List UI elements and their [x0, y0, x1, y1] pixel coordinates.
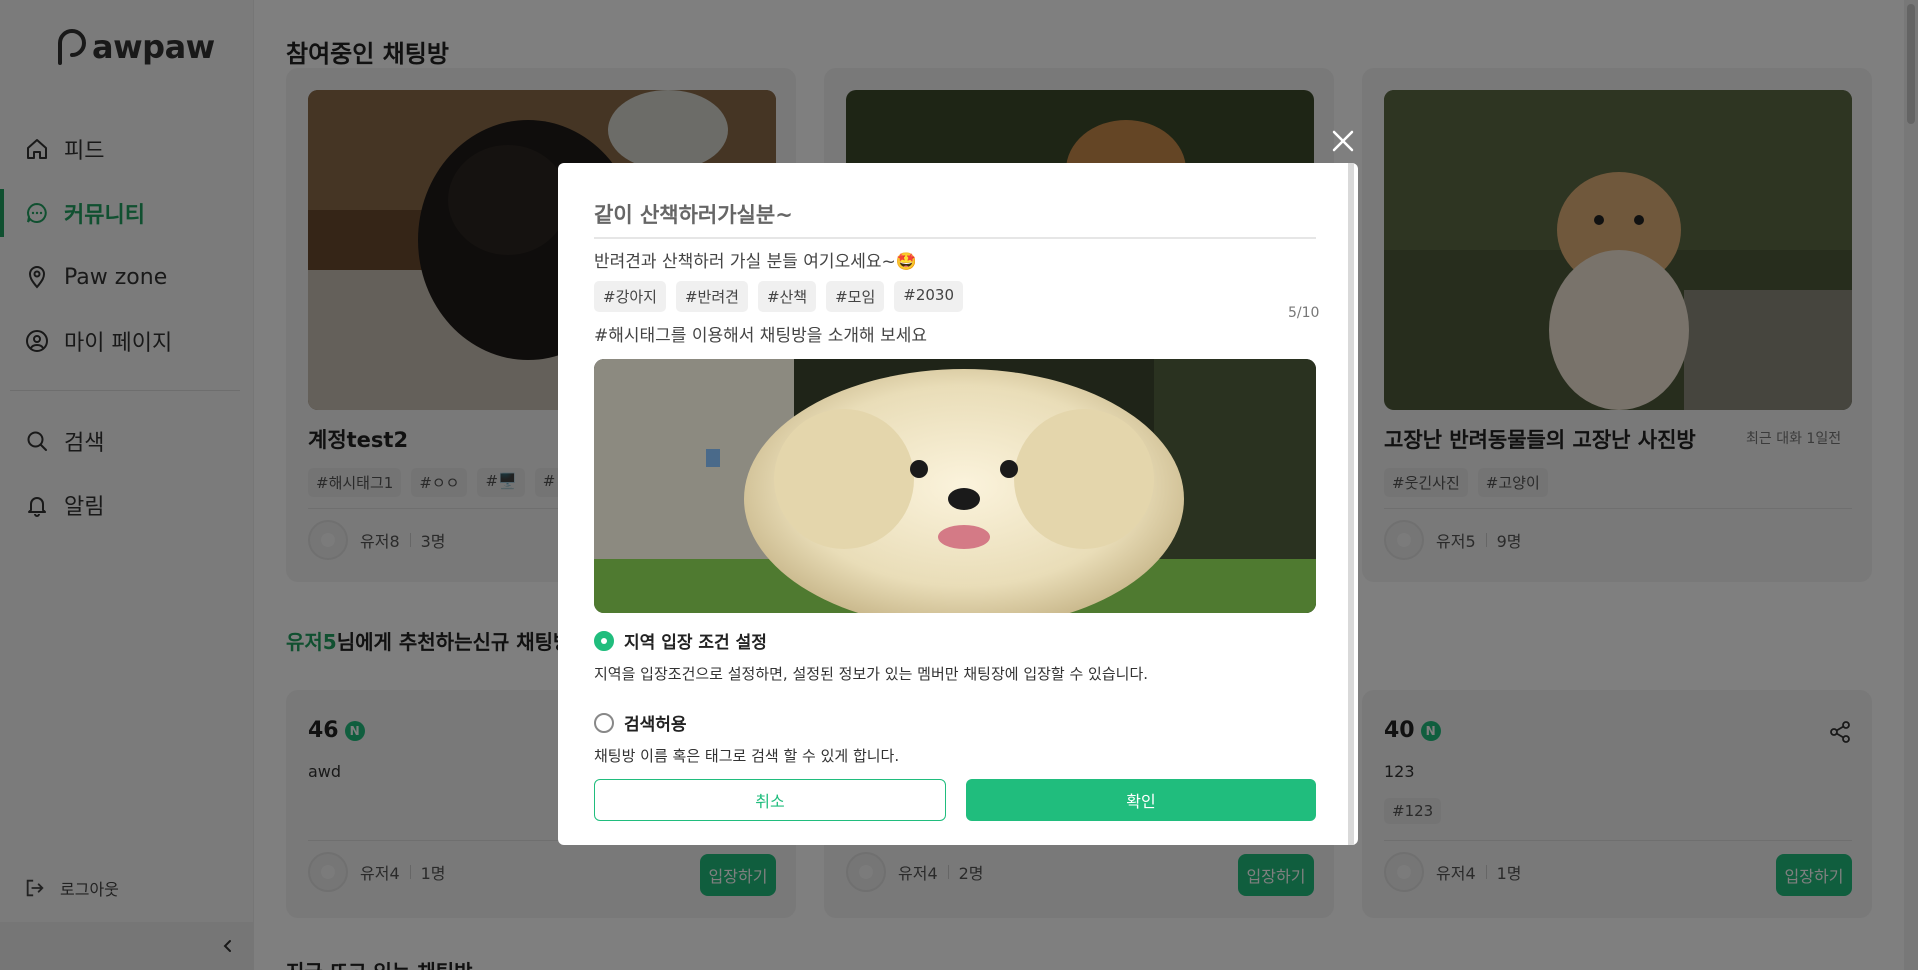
hashtag-chip[interactable]: #반려견 [675, 281, 748, 312]
confirm-button[interactable]: 확인 [966, 779, 1316, 821]
close-icon[interactable] [1326, 124, 1360, 158]
hashtag-chip[interactable]: #모임 [826, 281, 885, 312]
cancel-button[interactable]: 취소 [594, 779, 946, 821]
room-cover-image[interactable] [594, 359, 1316, 613]
tag-count: 5/10 [1288, 305, 1320, 321]
search-allow-desc: 채팅방 이름 혹은 태그로 검색 할 수 있게 합니다. [594, 747, 900, 765]
room-desc-input[interactable]: 반려견과 산책하러 가실 분들 여기오세요~🤩 [594, 247, 917, 272]
hashtag-chip[interactable]: #2030 [894, 281, 964, 312]
region-condition-radio[interactable] [594, 630, 614, 651]
search-allow-option[interactable]: 검색허용 [594, 710, 687, 735]
app-root: awpaw 피드 커뮤니티 Paw zone [0, 0, 1918, 970]
hashtag-chip[interactable]: #산책 [757, 281, 817, 312]
room-title-input[interactable]: 같이 산책하러가실분~ [594, 199, 1316, 239]
search-allow-radio[interactable] [594, 712, 614, 733]
modal-scrollbar[interactable] [1348, 163, 1354, 845]
region-condition-option[interactable]: 지역 입장 조건 설정 [594, 628, 767, 653]
hashtag-input[interactable]: #해시태그를 이용해서 채팅방을 소개해 보세요 [594, 321, 927, 346]
hashtag-chip[interactable]: #강아지 [594, 281, 666, 312]
edit-room-modal: 같이 산책하러가실분~ 반려견과 산책하러 가실 분들 여기오세요~🤩 #강아지… [558, 163, 1358, 845]
region-condition-label: 지역 입장 조건 설정 [624, 633, 767, 653]
region-condition-desc: 지역을 입장조건으로 설정하면, 설정된 정보가 있는 멤버만 채팅장에 입장할… [594, 665, 1149, 683]
search-allow-label: 검색허용 [624, 715, 687, 735]
modal-tags: #강아지 #반려견 #산책 #모임 #2030 [594, 281, 973, 312]
